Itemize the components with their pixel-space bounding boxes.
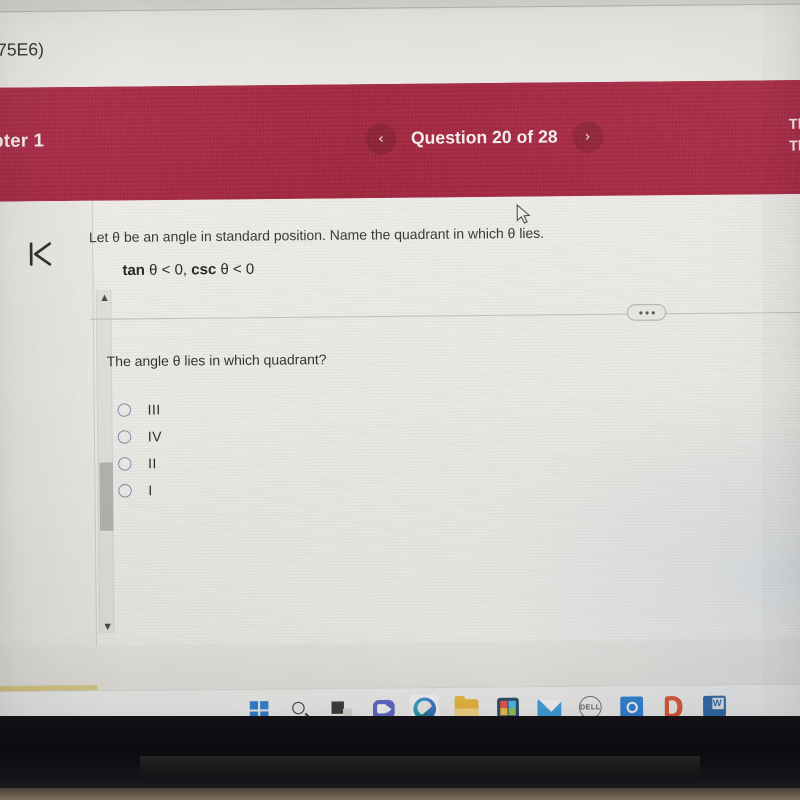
answer-option-label: II [147,455,157,472]
left-gutter [0,200,98,647]
chevron-right-icon[interactable]: › [571,121,604,153]
given-condition: tan θ < 0, csc θ < 0 [122,261,255,280]
radio-button-icon[interactable] [117,430,132,444]
radio-button-icon[interactable] [117,403,132,417]
radio-button-icon[interactable] [117,457,132,471]
answer-option-label: III [147,401,161,418]
question-counter: Question 20 of 28 [410,126,558,149]
sub-question-text: The angle θ lies in which quadrant? [106,351,327,370]
question-navigation: ‹ Question 20 of 28 › [365,121,604,155]
chevron-left-icon[interactable]: ‹ [365,123,397,155]
app-header: hapter 1 ‹ Question 20 of 28 › This This [0,80,800,202]
header-right-text: This This [789,113,800,157]
office-icon [664,695,682,718]
ellipsis-dot [638,310,642,315]
header-right-line-2: This [788,136,800,154]
browser-address-bar[interactable]: 4_75E6) [0,5,800,88]
answer-option[interactable]: IV [117,424,163,450]
laptop-screen: 4_75E6) hapter 1 ‹ Question 20 of 28 › T… [0,0,800,750]
return-to-start-icon[interactable] [27,238,62,269]
section-divider [89,311,800,320]
ellipsis-dot [644,310,649,314]
answer-option[interactable]: II [117,451,163,477]
outlook-icon [620,696,644,718]
answer-options: III IV II I [117,397,162,505]
ellipsis-icon[interactable] [626,303,667,321]
scroll-up-arrow-icon[interactable]: ▲ [97,290,113,305]
laptop-photo: 4_75E6) hapter 1 ‹ Question 20 of 28 › T… [0,0,800,800]
answer-option[interactable]: III [117,397,162,423]
header-right-line-1: This [788,115,800,132]
answer-option-label: IV [147,428,163,445]
mail-icon [536,698,561,717]
scrollbar-thumb[interactable] [99,462,114,531]
mouse-cursor [516,203,531,224]
word-icon: W [703,695,726,717]
question-page: ▲ ▼ Let θ be an angle in standard positi… [0,193,800,740]
address-bar-text: 4_75E6) [0,39,45,61]
answer-option[interactable]: I [118,477,163,503]
vertical-scrollbar[interactable]: ▲ ▼ [95,289,116,634]
laptop-bezel-keyboard [0,716,800,800]
ellipsis-dot [651,310,655,314]
answer-option-label: I [148,482,153,499]
keyboard-area [140,756,700,778]
chapter-title: hapter 1 [0,129,45,152]
palm-rest [0,788,800,800]
scroll-down-arrow-icon[interactable]: ▼ [100,619,116,634]
question-body: Let θ be an angle in standard position. … [89,194,800,646]
radio-button-icon[interactable] [118,483,132,498]
question-prompt: Let θ be an angle in standard position. … [88,225,545,246]
browser-tab-ghost-text [24,0,34,2]
